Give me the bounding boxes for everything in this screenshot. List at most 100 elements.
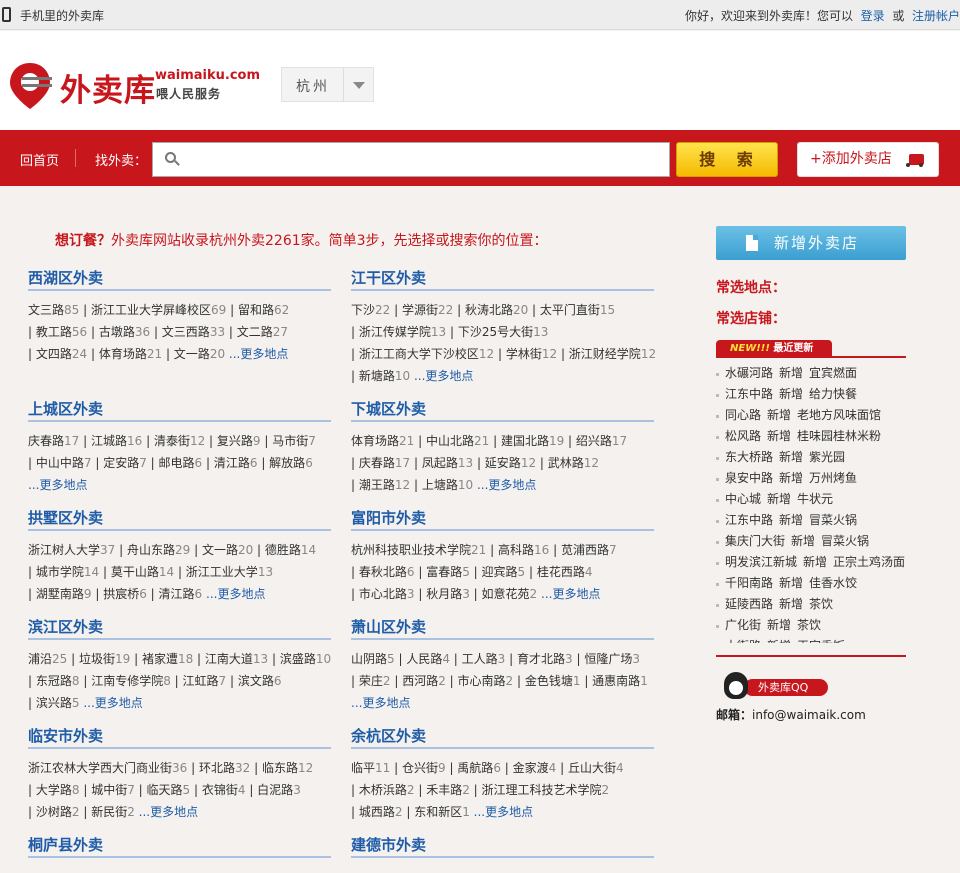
update-shop-link[interactable]: 桂味园桂林米粉: [797, 429, 881, 443]
place-link[interactable]: 体育场路: [351, 434, 399, 448]
place-link[interactable]: 迎宾路: [482, 565, 518, 579]
update-shop-link[interactable]: 给力快餐: [809, 387, 857, 401]
place-link[interactable]: 文三路: [28, 303, 64, 317]
place-link[interactable]: 江城路: [91, 434, 127, 448]
city-selector[interactable]: 杭州: [281, 67, 374, 102]
more-places-link[interactable]: ...更多地点: [474, 805, 533, 819]
update-place-link[interactable]: 千阳南路: [725, 576, 773, 590]
place-link[interactable]: 凤起路: [422, 456, 458, 470]
place-link[interactable]: 浙江财经学院: [569, 347, 641, 361]
place-link[interactable]: 文一路: [202, 543, 238, 557]
place-link[interactable]: 江南大道: [205, 652, 253, 666]
update-place-link[interactable]: 松风路: [725, 429, 761, 443]
place-link[interactable]: 仓兴街: [402, 761, 438, 775]
place-link[interactable]: 西河路: [402, 674, 438, 688]
place-link[interactable]: 中山北路: [426, 434, 474, 448]
new-shop-button[interactable]: 新增外卖店: [716, 226, 906, 260]
place-link[interactable]: 庆春路: [28, 434, 64, 448]
place-link[interactable]: 江虹路: [183, 674, 219, 688]
place-link[interactable]: 德胜路: [265, 543, 301, 557]
place-link[interactable]: 滨文路: [238, 674, 274, 688]
update-shop-link[interactable]: 冒菜火锅: [821, 534, 869, 548]
place-link[interactable]: 浙江工业大学: [186, 565, 258, 579]
place-link[interactable]: 城市学院: [36, 565, 84, 579]
district-title[interactable]: 桐庐县外卖: [28, 834, 331, 858]
place-link[interactable]: 木桥浜路: [359, 783, 407, 797]
update-shop-link[interactable]: 紫光园: [809, 450, 845, 464]
place-link[interactable]: 湖墅南路: [36, 587, 84, 601]
place-link[interactable]: 春秋北路: [359, 565, 407, 579]
district-title[interactable]: 建德市外卖: [351, 834, 654, 858]
place-link[interactable]: 如意花苑: [482, 587, 530, 601]
district-title[interactable]: 上城区外卖: [28, 398, 331, 422]
place-link[interactable]: 浙江工商大学下沙校区: [359, 347, 479, 361]
update-place-link[interactable]: 广化街: [725, 618, 761, 632]
update-shop-link[interactable]: 冒菜火锅: [809, 513, 857, 527]
district-title[interactable]: 富阳市外卖: [351, 507, 654, 531]
place-link[interactable]: 学源街: [402, 303, 438, 317]
place-link[interactable]: 庆春路: [359, 456, 395, 470]
place-link[interactable]: 垃圾街: [79, 652, 115, 666]
district-title[interactable]: 临安市外卖: [28, 725, 331, 749]
place-link[interactable]: 武林路: [548, 456, 584, 470]
place-link[interactable]: 浙江传媒学院: [359, 325, 431, 339]
update-shop-link[interactable]: 正宗土鸡汤面: [833, 555, 905, 569]
place-link[interactable]: 衣锦街: [202, 783, 238, 797]
place-link[interactable]: 富春路: [426, 565, 462, 579]
place-link[interactable]: 中山中路: [36, 456, 84, 470]
place-link[interactable]: 解放路: [269, 456, 305, 470]
update-place-link[interactable]: 同心路: [725, 408, 761, 422]
place-link[interactable]: 白泥路: [257, 783, 293, 797]
place-link[interactable]: 邮电路: [159, 456, 195, 470]
update-place-link[interactable]: 中心城: [725, 492, 761, 506]
place-link[interactable]: 金家渡: [513, 761, 549, 775]
place-link[interactable]: 东冠路: [36, 674, 72, 688]
place-link[interactable]: 舟山东路: [127, 543, 175, 557]
place-link[interactable]: 临平: [351, 761, 375, 775]
mobile-link[interactable]: 手机里的外卖库: [20, 7, 104, 24]
search-input[interactable]: [187, 149, 657, 171]
place-link[interactable]: 太平门直街: [540, 303, 600, 317]
more-places-link[interactable]: ...更多地点: [477, 478, 536, 492]
place-link[interactable]: 下沙25号大街: [458, 325, 533, 339]
place-link[interactable]: 留和路: [238, 303, 274, 317]
place-link[interactable]: 浙江理工科技艺术学院: [482, 783, 602, 797]
search-box[interactable]: [152, 142, 670, 177]
place-link[interactable]: 文一路: [174, 347, 210, 361]
place-link[interactable]: 褚家遭: [142, 652, 178, 666]
place-link[interactable]: 文三西路: [162, 325, 210, 339]
place-link[interactable]: 禾丰路: [426, 783, 462, 797]
update-place-link[interactable]: 延陵西路: [725, 597, 773, 611]
place-link[interactable]: 建国北路: [501, 434, 549, 448]
place-link[interactable]: 文四路: [36, 347, 72, 361]
update-place-link[interactable]: 江东中路: [725, 513, 773, 527]
place-link[interactable]: 延安路: [485, 456, 521, 470]
place-link[interactable]: 绍兴路: [576, 434, 612, 448]
place-link[interactable]: 城西路: [359, 805, 395, 819]
place-link[interactable]: 复兴路: [217, 434, 253, 448]
login-link[interactable]: 登录: [861, 9, 885, 23]
place-link[interactable]: 潮王路: [359, 478, 395, 492]
place-link[interactable]: 浙江农林大学西大门商业街: [28, 761, 172, 775]
place-link[interactable]: 高科路: [498, 543, 534, 557]
place-link[interactable]: 新塘路: [359, 369, 395, 383]
place-link[interactable]: 荣庄: [359, 674, 383, 688]
place-link[interactable]: 古墩路: [99, 325, 135, 339]
place-link[interactable]: 大学路: [36, 783, 72, 797]
more-places-link[interactable]: ...更多地点: [28, 478, 87, 492]
place-link[interactable]: 苋浦西路: [561, 543, 609, 557]
place-link[interactable]: 通惠南路: [592, 674, 640, 688]
update-place-link[interactable]: 泉安中路: [725, 471, 773, 485]
place-link[interactable]: 学林街: [506, 347, 542, 361]
place-link[interactable]: 浙江工业大学屏峰校区: [91, 303, 211, 317]
brand-name[interactable]: 外卖库: [60, 65, 156, 110]
place-link[interactable]: 秋月路: [426, 587, 462, 601]
district-title[interactable]: 下城区外卖: [351, 398, 654, 422]
search-button[interactable]: 搜 索: [676, 142, 778, 177]
update-shop-link[interactable]: 老地方风味面馆: [797, 408, 881, 422]
more-places-link[interactable]: ...更多地点: [229, 347, 288, 361]
more-places-link[interactable]: ...更多地点: [414, 369, 473, 383]
location-pin-logo-icon[interactable]: [8, 61, 54, 111]
place-link[interactable]: 清江路: [159, 587, 195, 601]
place-link[interactable]: 浦沿: [28, 652, 52, 666]
